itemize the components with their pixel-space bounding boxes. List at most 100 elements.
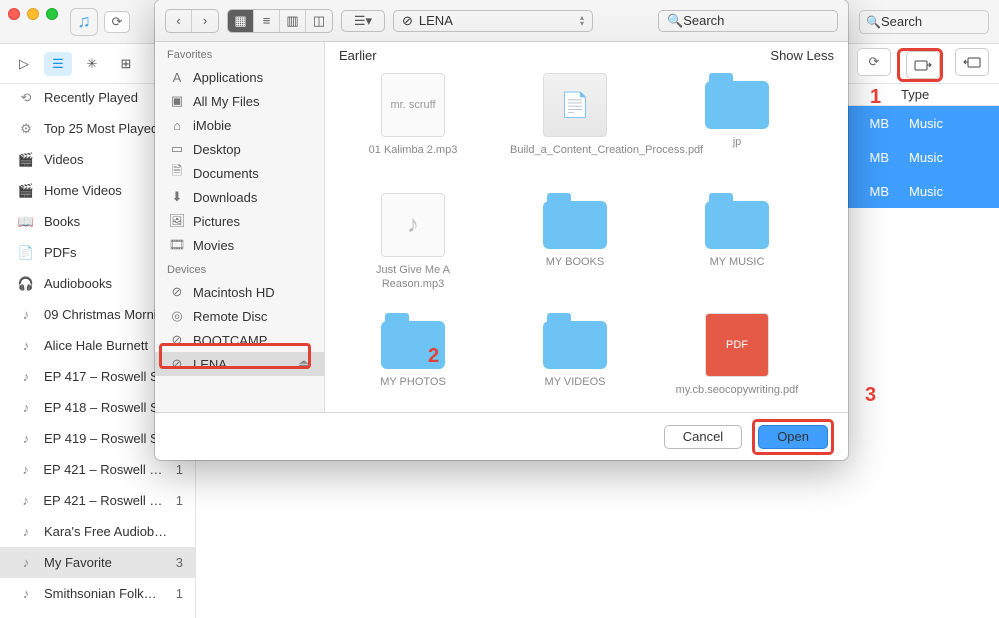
sidebar-item-lena[interactable]: ⊘LENA⏏ [155, 352, 324, 376]
drive-icon: ⊘ [169, 332, 185, 348]
nav-forward-button[interactable]: › [192, 10, 218, 32]
file-item[interactable]: MY MUSIC [667, 193, 807, 313]
view-mode-segment: ▦ ≡ ▥ ◫ [227, 9, 333, 33]
sidebar-item[interactable]: ⬇Downloads [155, 185, 324, 209]
sidebar-item-label: Videos [44, 152, 84, 167]
file-name: Build_a_Content_Creation_Process.pdf [510, 143, 640, 157]
show-less-link[interactable]: Show Less [770, 48, 834, 63]
annotation-number-2: 2 [428, 345, 439, 368]
list-icon: ♪ [18, 338, 34, 353]
sidebar-item-label: Recently Played [44, 90, 138, 105]
folder-icon [705, 81, 769, 129]
drive-icon: ⊘ [402, 13, 413, 29]
search-placeholder: Search [683, 13, 724, 28]
sidebar-item-macintosh hd[interactable]: ⊘ Macintosh HD [155, 280, 324, 304]
list-icon: ♪ [18, 307, 34, 322]
list-icon: 🎬 [18, 152, 34, 168]
dialog-body: FavoritesAApplications▣All My Files⌂iMob… [155, 42, 848, 412]
file-item[interactable]: mr. scruff01 Kalimba 2.mp3 [343, 73, 483, 193]
file-name: MY PHOTOS [380, 375, 446, 389]
file-item[interactable]: MY PHOTOS [343, 313, 483, 412]
sidebar-item[interactable]: ⌂ iMobie [155, 113, 324, 137]
desktop-icon: ▭ [169, 141, 185, 157]
sidebar-item-label: Audiobooks [44, 276, 112, 291]
sidebar-item-label: EP 417 – Roswell S… [44, 369, 172, 384]
export-button[interactable] [955, 48, 989, 76]
group-header: Earlier Show Less [325, 42, 848, 69]
sidebar-item[interactable]: 🗎Documents [155, 161, 324, 185]
documents-icon: 🗎 [169, 162, 185, 184]
sidebar-item-label: Remote Disc [193, 309, 267, 324]
file-item[interactable]: PDFmy.cb.seocopywriting.pdf [667, 313, 807, 412]
open-button[interactable]: Open [758, 425, 828, 449]
import-button[interactable] [906, 51, 940, 79]
list-view-button[interactable]: ☰ [44, 52, 72, 76]
grid-view-button[interactable]: ⊞ [112, 52, 140, 76]
sidebar-item[interactable]: AApplications [155, 65, 324, 89]
list-icon: ♪ [18, 493, 33, 508]
coverflow-view-button[interactable]: ◫ [306, 10, 332, 32]
sidebar-item-label: All My Files [193, 94, 259, 109]
sidebar-item-label: EP 418 – Roswell S… [44, 400, 172, 415]
file-item[interactable]: ♪Just Give Me A Reason.mp3 [343, 193, 483, 313]
refresh-library-button[interactable]: ⟳ [104, 11, 130, 33]
type-column-header[interactable]: Type [901, 87, 999, 102]
file-item[interactable]: 📄Build_a_Content_Creation_Process.pdf [505, 73, 645, 193]
itunes-search-input[interactable]: 🔍 Search [859, 10, 989, 34]
file-item[interactable]: MY BOOKS [505, 193, 645, 313]
list-icon: ♪ [18, 431, 34, 446]
sidebar-item-label: BOOTCAMP [193, 333, 267, 348]
minimize-window-button[interactable] [27, 8, 39, 20]
sidebar-item-label: Macintosh HD [193, 285, 275, 300]
folder-icon [543, 321, 607, 369]
drive-icon: ⊘ [169, 284, 185, 300]
open-file-dialog: ‹ › ▦ ≡ ▥ ◫ ☰▾ ⊘ LENA ▴▾ 🔍 Search Favori… [155, 0, 848, 460]
column-view-button[interactable]: ▥ [280, 10, 306, 32]
sidebar-item-label: EP 421 – Roswell S… [43, 493, 165, 508]
arrange-button[interactable]: ☰▾ [341, 10, 385, 32]
sidebar-item[interactable]: ♪EP 421 – Roswell S…1 [0, 485, 195, 516]
star-view-button[interactable]: ✳ [78, 52, 106, 76]
location-popup[interactable]: ⊘ LENA ▴▾ [393, 10, 593, 32]
sidebar-item[interactable]: ♪Smithsonian Folkw…1 [0, 578, 195, 609]
music-library-icon[interactable]: ♫ [70, 8, 98, 36]
dialog-search-input[interactable]: 🔍 Search [658, 10, 838, 32]
play-button[interactable]: ▷ [10, 52, 38, 76]
zoom-window-button[interactable] [46, 8, 58, 20]
list-icon: ♪ [18, 524, 34, 539]
list-icon: ♪ [18, 400, 34, 415]
sidebar-item-label: EP 419 – Roswell S… [44, 431, 172, 446]
window-controls [8, 8, 58, 20]
list-icon: ♪ [18, 462, 33, 477]
cancel-button[interactable]: Cancel [664, 425, 742, 449]
sidebar-item-label: iMobie [193, 118, 231, 133]
sidebar-item[interactable]: 🖼Pictures [155, 209, 324, 233]
file-name: 01 Kalimba 2.mp3 [369, 143, 458, 157]
sidebar-item[interactable]: ▣ All My Files [155, 89, 324, 113]
close-window-button[interactable] [8, 8, 20, 20]
file-item[interactable]: MY VIDEOS [505, 313, 645, 412]
sidebar-item[interactable]: 🎞Movies [155, 233, 324, 257]
sidebar-item-label: Alice Hale Burnett [44, 338, 148, 353]
sync-button[interactable]: ⟳ [857, 48, 891, 76]
sidebar-item-remote disc[interactable]: ◎Remote Disc [155, 304, 324, 328]
imobie-icon: ⌂ [169, 118, 185, 133]
eject-icon[interactable]: ⏏ [298, 356, 310, 372]
list-icon: ♪ [18, 586, 34, 601]
group-label: Earlier [339, 48, 377, 63]
sidebar-item-label: Applications [193, 70, 263, 85]
sidebar-item[interactable]: ♪My Favorite3 [0, 547, 195, 578]
icon-view-button[interactable]: ▦ [228, 10, 254, 32]
list-icon: ⟲ [18, 90, 34, 106]
pdf-icon: PDF [705, 313, 769, 377]
list-view-button[interactable]: ≡ [254, 10, 280, 32]
folder-icon [543, 201, 607, 249]
file-item[interactable]: jp [667, 73, 807, 193]
sidebar-item-bootcamp[interactable]: ⊘ BOOTCAMP [155, 328, 324, 352]
list-icon: ⚙ [18, 121, 34, 137]
file-name: Just Give Me A Reason.mp3 [348, 263, 478, 291]
all my files-icon: ▣ [169, 93, 185, 109]
nav-back-button[interactable]: ‹ [166, 10, 192, 32]
sidebar-item[interactable]: ▭Desktop [155, 137, 324, 161]
sidebar-item[interactable]: ♪Kara's Free Audiob… [0, 516, 195, 547]
